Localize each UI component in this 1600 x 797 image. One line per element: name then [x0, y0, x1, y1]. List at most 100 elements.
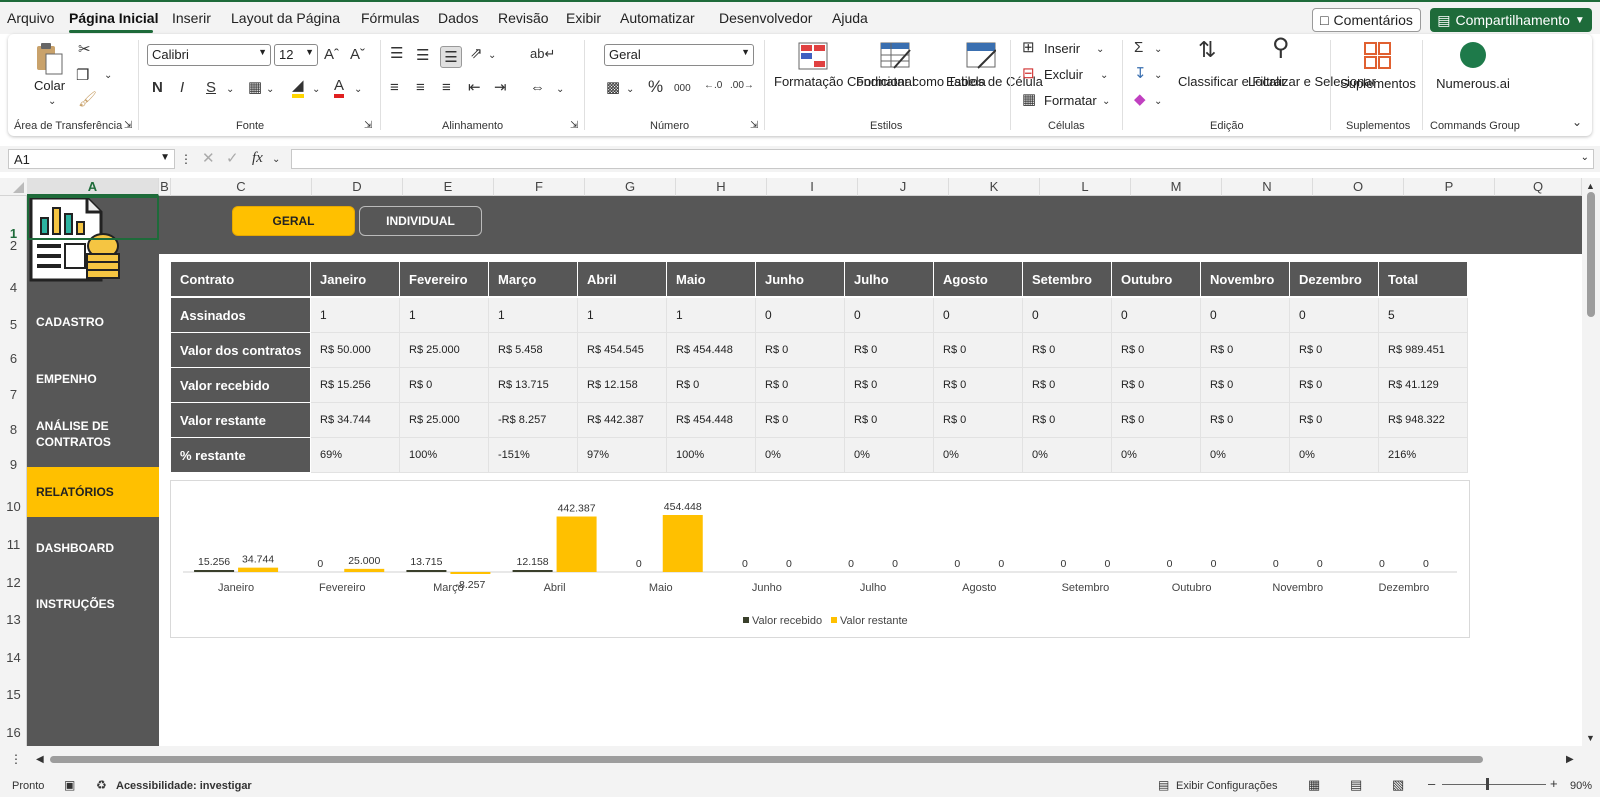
menu-dados[interactable]: Dados	[438, 10, 478, 26]
cancel-icon[interactable]: ✕	[202, 151, 215, 167]
table-cell[interactable]: R$ 442.387	[578, 403, 667, 438]
row-header-2[interactable]: 2	[0, 238, 27, 253]
table-cell[interactable]: 0	[1112, 298, 1201, 333]
row-header-8[interactable]: 8	[0, 422, 27, 437]
chevron-down-icon[interactable]: ⌄	[272, 152, 280, 168]
share-button[interactable]: ▤ Compartilhamento ▼	[1430, 8, 1592, 32]
table-row-label[interactable]: Valor dos contratos	[171, 333, 311, 368]
chevron-down-icon[interactable]: ⌄	[104, 68, 112, 84]
table-cell[interactable]: 0	[756, 298, 845, 333]
table-header-cell[interactable]: Abril	[578, 262, 667, 297]
table-cell[interactable]: R$ 0	[845, 333, 934, 368]
sidebar-item-cadastro[interactable]: CADASTRO	[27, 314, 159, 330]
row-header-11[interactable]: 11	[0, 537, 27, 552]
dialog-launcher-icon[interactable]: ⇲	[364, 118, 372, 134]
chevron-down-icon[interactable]: ⌄	[1102, 94, 1110, 110]
table-cell[interactable]: 0%	[1290, 438, 1379, 473]
chevron-down-icon[interactable]: ⌄	[48, 94, 56, 110]
table-cell[interactable]: R$ 0	[1290, 333, 1379, 368]
table-cell[interactable]: R$ 0	[1023, 403, 1112, 438]
table-cell[interactable]: 0	[1023, 298, 1112, 333]
table-cell[interactable]: R$ 0	[934, 368, 1023, 403]
decrease-indent-icon[interactable]: ⇤	[468, 80, 481, 96]
table-header-cell[interactable]: Junho	[756, 262, 845, 297]
menu-inserir[interactable]: Inserir	[172, 10, 211, 26]
menu-revisao[interactable]: Revisão	[498, 10, 549, 26]
table-cell[interactable]: R$ 454.545	[578, 333, 667, 368]
table-cell[interactable]: 69%	[311, 438, 400, 473]
table-cell[interactable]: R$ 454.448	[667, 403, 756, 438]
chevron-down-icon[interactable]: ⌄	[1154, 94, 1162, 110]
table-header-cell[interactable]: Contrato	[171, 262, 311, 297]
table-cell[interactable]: R$ 0	[756, 403, 845, 438]
zoom-slider-thumb[interactable]	[1486, 778, 1489, 790]
copy-icon[interactable]: ❐	[76, 68, 89, 84]
page-break-view-icon[interactable]: ▧	[1392, 777, 1404, 793]
macro-record-icon[interactable]: ▣	[64, 778, 75, 792]
table-cell[interactable]: R$ 15.256	[311, 368, 400, 403]
bold-icon[interactable]: N	[152, 80, 163, 96]
table-cell[interactable]: R$ 25.000	[400, 333, 489, 368]
table-cell[interactable]: R$ 948.322	[1379, 403, 1468, 438]
table-row-label[interactable]: Valor recebido	[171, 368, 311, 403]
normal-view-icon[interactable]: ▦	[1308, 777, 1320, 793]
table-header-cell[interactable]: Outubro	[1112, 262, 1201, 297]
align-bottom-icon[interactable]: ☰	[440, 46, 462, 68]
display-settings-icon[interactable]: ▤	[1158, 778, 1169, 792]
zoom-level[interactable]: 90%	[1570, 780, 1592, 792]
insert-function-icon[interactable]: fx	[252, 150, 263, 166]
column-header-o[interactable]: O	[1313, 178, 1404, 196]
row-header-9[interactable]: 9	[0, 457, 27, 472]
find-select-icon[interactable]: ⚲	[1272, 36, 1290, 60]
table-row-label[interactable]: % restante	[171, 438, 311, 473]
column-header-m[interactable]: M	[1131, 178, 1222, 196]
table-cell[interactable]: 0%	[1201, 438, 1290, 473]
table-cell[interactable]: R$ 454.448	[667, 333, 756, 368]
table-cell[interactable]: 0%	[1023, 438, 1112, 473]
table-cell[interactable]: 0	[1290, 298, 1379, 333]
table-header-cell[interactable]: Novembro	[1201, 262, 1290, 297]
table-header-cell[interactable]: Agosto	[934, 262, 1023, 297]
comments-button[interactable]: □ Comentários	[1312, 8, 1421, 32]
row-header-14[interactable]: 14	[0, 650, 27, 665]
zoom-slider-track[interactable]	[1442, 784, 1546, 785]
table-cell[interactable]: 1	[311, 298, 400, 333]
table-cell[interactable]: 97%	[578, 438, 667, 473]
column-header-q[interactable]: Q	[1495, 178, 1582, 196]
table-cell[interactable]: 1	[400, 298, 489, 333]
chevron-down-icon[interactable]: ⌄	[1100, 68, 1108, 84]
table-cell[interactable]: 0%	[934, 438, 1023, 473]
row-header-7[interactable]: 7	[0, 387, 27, 402]
italic-icon[interactable]: I	[180, 80, 184, 96]
table-cell[interactable]: 0	[934, 298, 1023, 333]
table-cell[interactable]: R$ 0	[756, 368, 845, 403]
underline-icon[interactable]: S	[206, 80, 216, 96]
menu-arquivo[interactable]: Arquivo	[7, 10, 54, 26]
column-header-n[interactable]: N	[1222, 178, 1313, 196]
menu-automatizar[interactable]: Automatizar	[620, 10, 695, 26]
table-cell[interactable]: R$ 0	[1201, 403, 1290, 438]
chevron-down-icon[interactable]: ⌄	[226, 82, 234, 98]
table-cell[interactable]: R$ 0	[1112, 403, 1201, 438]
column-header-j[interactable]: J	[858, 178, 949, 196]
format-label[interactable]: Formatar	[1044, 93, 1097, 109]
column-header-k[interactable]: K	[949, 178, 1040, 196]
table-cell[interactable]: R$ 0	[1290, 403, 1379, 438]
table-header-cell[interactable]: Março	[489, 262, 578, 297]
row-header-16[interactable]: 16	[0, 725, 27, 740]
table-row-label[interactable]: Valor restante	[171, 403, 311, 438]
wrap-text-icon[interactable]: ab↵	[530, 46, 555, 62]
chart-container[interactable]: Janeiro 15.256 34.744 Fevereiro 0 25.000 Março…	[170, 480, 1470, 638]
chevron-down-icon[interactable]: ⌄	[266, 82, 274, 98]
align-right-icon[interactable]: ≡	[442, 80, 451, 96]
insert-cells-icon[interactable]: ⊞	[1022, 40, 1035, 56]
table-cell[interactable]: R$ 25.000	[400, 403, 489, 438]
increase-decimal-icon[interactable]: ←.0	[704, 78, 722, 94]
insert-label[interactable]: Inserir	[1044, 41, 1080, 57]
chevron-down-icon[interactable]: ⌄	[1154, 42, 1162, 58]
delete-cells-icon[interactable]: ⊟	[1022, 66, 1035, 82]
column-header-a[interactable]: A	[27, 178, 159, 196]
align-middle-icon[interactable]: ☰	[416, 48, 429, 64]
table-cell[interactable]: R$ 0	[1023, 333, 1112, 368]
menu-desenvolvedor[interactable]: Desenvolvedor	[719, 10, 812, 26]
